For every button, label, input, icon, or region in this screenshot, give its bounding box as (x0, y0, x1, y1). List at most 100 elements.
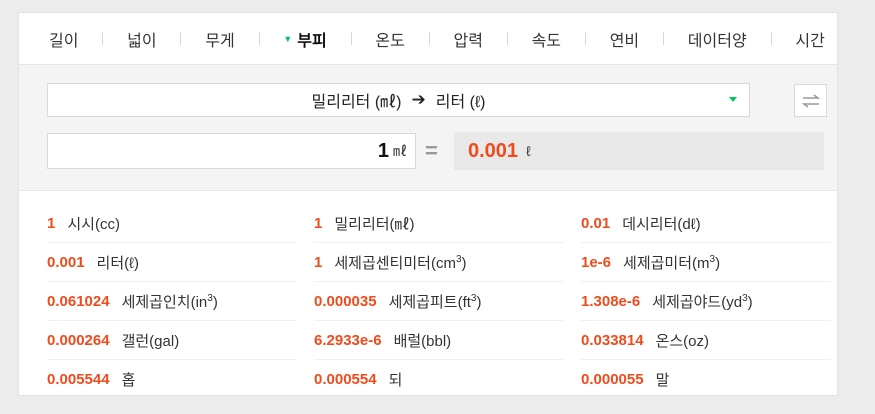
result-item-unit-close: ) (715, 254, 721, 272)
result-item-unit-name: 세제곱피트(ft (388, 293, 471, 311)
result-item-value: 1 (47, 214, 56, 232)
equals-sign: = (425, 138, 438, 163)
result-item: 0.01 데시리터(dℓ) (581, 204, 831, 243)
result-item-unit-name: 데시리터(dℓ) (622, 215, 701, 233)
result-item-value: 0.000554 (314, 371, 377, 388)
input-value: 1 (377, 139, 389, 162)
result-item-unit: 데시리터(dℓ) (622, 213, 700, 234)
result-item-unit-close: ) (476, 293, 482, 311)
result-item-value: 1e-6 (581, 253, 612, 271)
result-item: 1.308e-6 세제곱야드(yd3) (581, 282, 831, 321)
tab-label: 무게 (205, 32, 235, 50)
result-item: 0.000554 되 (314, 360, 564, 399)
result-item-unit: 시시(cc) (67, 213, 120, 234)
result-item: 1 밀리리터(㎖) (314, 204, 564, 243)
tab-label: 온도 (375, 32, 405, 50)
tab-divider (180, 32, 182, 45)
result-item-value: 1.308e-6 (581, 292, 641, 310)
right-arrow-icon: ➔ (411, 90, 426, 109)
tab-area[interactable]: 넓이 (127, 27, 156, 51)
result-item-unit-name: 세제곱인치(in (121, 293, 208, 311)
tab-divider (584, 32, 586, 45)
tab-temperature[interactable]: 온도 (375, 27, 404, 51)
result-item-unit: 세제곱센티미터(cm3) (334, 252, 466, 273)
result-value: 0.001 (468, 139, 519, 162)
result-item-unit: 온스(oz) (656, 330, 709, 351)
result-item-value: 0.061024 (47, 292, 110, 310)
tab-label: 연비 (609, 32, 640, 50)
result-item-value: 0.000264 (47, 331, 110, 349)
results-row: 0.005544 홉 0.000554 되 0.000055 말 (47, 360, 831, 399)
result-item-unit: 홉 (122, 369, 136, 390)
result-item-unit: 배럴(bbl) (394, 330, 452, 351)
result-item-value: 0.01 (581, 214, 611, 232)
result-item-unit: 갤런(gal) (122, 330, 180, 351)
converter-panel: 밀리리터 (㎖) ➔ 리터 (ℓ) 1 ㎖ = 0.001 ℓ (19, 65, 837, 191)
result-item-value: 0.000055 (581, 371, 644, 388)
tab-divider (770, 32, 772, 45)
tab-data-size[interactable]: 데이터양 (688, 27, 747, 51)
result-item: 0.000035 세제곱피트(ft3) (314, 282, 564, 321)
tab-pressure[interactable]: 압력 (453, 27, 482, 51)
result-item: 1e-6 세제곱미터(m3) (581, 243, 831, 282)
result-item-value: 0.000035 (314, 292, 377, 310)
unit-converter-card: 길이 넓이 무게 ▼ 부피 온도 압력 속도 연비 데이터양 시간 밀리리터 (㎖… (18, 12, 838, 396)
result-item-value: 1 (314, 253, 323, 271)
result-item-unit-close: ) (461, 254, 467, 272)
result-item-unit-name: 세제곱센티미터(cm (334, 254, 456, 272)
input-unit: ㎖ (393, 143, 407, 159)
result-item: 0.000264 갤런(gal) (47, 321, 297, 360)
result-item-unit: 세제곱야드(yd3) (652, 291, 752, 312)
tab-volume[interactable]: ▼ 부피 (283, 27, 326, 51)
result-item: 0.061024 세제곱인치(in3) (47, 282, 297, 321)
result-item: 6.2933e-6 배럴(bbl) (314, 321, 564, 360)
result-item-value: 6.2933e-6 (314, 331, 382, 349)
tab-weight[interactable]: 무게 (205, 27, 234, 51)
tab-time[interactable]: 시간 (795, 27, 824, 51)
tab-length[interactable]: 길이 (49, 27, 78, 51)
tab-label: 부피 (297, 32, 327, 50)
tab-fuel-efficiency[interactable]: 연비 (610, 27, 639, 51)
results-row: 0.000264 갤런(gal) 6.2933e-6 배럴(bbl) 0.033814 온… (47, 321, 831, 360)
conversion-results-grid: 1 시시(cc) 1 밀리리터(㎖) 0.01 데시리터(dℓ) 0.001 리터(ℓ) 1 세제… (47, 204, 831, 399)
tab-speed[interactable]: 속도 (532, 27, 561, 51)
result-item: 0.005544 홉 (47, 360, 297, 399)
active-tab-triangle-icon: ▼ (283, 33, 293, 44)
result-item-unit-name: 홉 (121, 372, 136, 389)
unit-pair-select[interactable]: 밀리리터 (㎖) ➔ 리터 (ℓ) (47, 83, 750, 117)
result-item-unit-name: 밀리리터(㎖) (334, 215, 415, 233)
result-item-unit-close: ) (212, 293, 218, 311)
result-item: 0.000055 말 (581, 360, 831, 399)
result-item-unit: 세제곱미터(m3) (623, 252, 720, 273)
result-item: 0.033814 온스(oz) (581, 321, 831, 360)
swap-units-button[interactable] (794, 84, 827, 117)
result-item-unit-name: 되 (388, 372, 403, 389)
from-unit-label: 밀리리터 (㎖) (311, 94, 402, 111)
result-item-unit-name: 시시(cc) (67, 215, 120, 233)
tab-divider (662, 32, 664, 45)
result-unit: ℓ (526, 143, 531, 159)
result-item: 1 세제곱센티미터(cm3) (314, 243, 564, 282)
tab-label: 속도 (531, 32, 562, 50)
result-item-unit: 세제곱피트(ft3) (389, 291, 482, 312)
result-item: 1 시시(cc) (47, 204, 297, 243)
result-item-unit-close: ) (747, 293, 753, 311)
result-item-value: 0.033814 (581, 331, 644, 349)
result-item-unit-name: 말 (655, 372, 670, 389)
result-display: 0.001 ℓ (454, 132, 824, 170)
result-item-value: 1 (314, 214, 323, 232)
value-input[interactable]: 1 ㎖ (47, 133, 416, 169)
tab-label: 길이 (49, 32, 79, 50)
to-unit-label: 리터 (ℓ) (435, 94, 486, 111)
tab-label: 데이터양 (687, 32, 747, 50)
result-item-unit-name: 갤런(gal) (121, 332, 180, 350)
result-item: 0.001 리터(ℓ) (47, 243, 297, 282)
unit-category-tabs: 길이 넓이 무게 ▼ 부피 온도 압력 속도 연비 데이터양 시간 (19, 13, 837, 65)
result-item-unit: 세제곱인치(in3) (122, 291, 218, 312)
result-item-value: 0.005544 (47, 371, 110, 388)
dropdown-triangle-icon (729, 97, 737, 102)
result-item-unit-name: 온스(oz) (655, 332, 710, 350)
tab-divider (102, 32, 104, 45)
tab-label: 압력 (453, 32, 483, 50)
tab-divider (428, 32, 430, 45)
